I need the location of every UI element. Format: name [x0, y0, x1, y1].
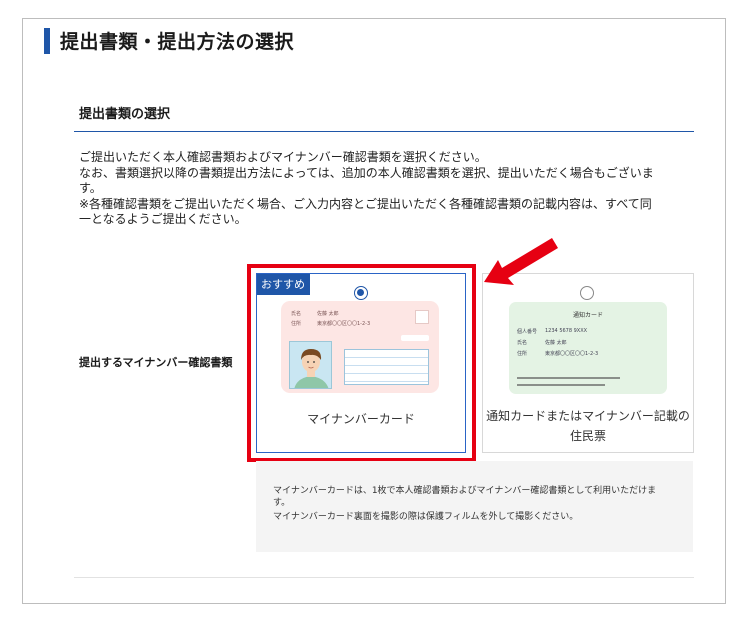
section-title: 提出書類の選択 — [79, 107, 171, 122]
notice-address-label: 住所 — [517, 351, 528, 357]
notice-name-label: 氏名 — [517, 340, 528, 346]
notice-number-label: 個人番号 — [517, 329, 538, 335]
option-notification-card[interactable]: 通知カード 個人番号 1234 5678 9XXX 氏名 佐藤 太郎 住所 東京… — [482, 273, 694, 453]
option-notification-radio[interactable] — [580, 286, 594, 300]
description-line: す。 — [79, 181, 102, 195]
section-divider — [74, 131, 694, 132]
description-line: 一となるようご提出ください。 — [79, 212, 247, 226]
notice-line — [517, 384, 605, 386]
notice-number-value: 1234 5678 9XXX — [545, 328, 588, 334]
notice-line — [517, 377, 620, 379]
info-line: マイナンバーカード裏面を撮影の際は保護フィルムを外して撮影ください。 — [273, 512, 579, 522]
info-line: す。 — [273, 498, 291, 508]
option-notification-label-line: 通知カードまたはマイナンバー記載の — [486, 409, 690, 423]
description-line: ご提出いただく本人確認書類およびマイナンバー確認書類を選択ください。 — [79, 150, 487, 164]
info-box: マイナンバーカードは、1枚で本人確認書類およびマイナンバー確認書類として利用いた… — [256, 461, 693, 552]
highlight-frame — [247, 264, 476, 462]
description-line: なお、書類選択以降の書類提出方法によっては、追加の本人確認書類を選択、提出いただ… — [79, 165, 654, 180]
notice-name-value: 佐藤 太郎 — [545, 340, 567, 346]
page-title: 提出書類・提出方法の選択 — [60, 31, 295, 53]
bottom-divider — [74, 577, 694, 578]
info-line: マイナンバーカードは、1枚で本人確認書類およびマイナンバー確認書類として利用いた… — [273, 486, 657, 496]
title-accent-bar — [44, 28, 50, 54]
section-description: ご提出いただく本人確認書類およびマイナンバー確認書類を選択ください。 なお、書類… — [79, 150, 691, 228]
option-notification-label-line: 住民票 — [569, 429, 606, 443]
option-notification-label: 通知カードまたはマイナンバー記載の 住民票 — [483, 406, 693, 446]
notice-address-value: 東京都〇〇区〇〇1-2-3 — [545, 351, 599, 357]
description-line: ※各種確認書類をご提出いただく場合、ご入力内容とご提出いただく各種確認書類の記載… — [79, 196, 652, 211]
mynumber-doc-label: 提出するマイナンバー確認書類 — [79, 356, 233, 369]
notice-card-title: 通知カード — [572, 312, 603, 319]
notification-card-image: 通知カード 個人番号 1234 5678 9XXX 氏名 佐藤 太郎 住所 東京… — [509, 302, 667, 394]
pointer-arrow-icon — [476, 230, 566, 294]
